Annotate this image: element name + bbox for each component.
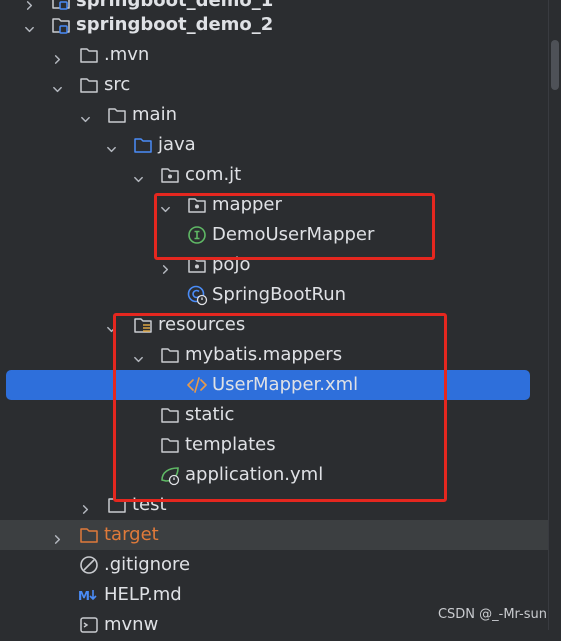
- tree-item-label: main: [132, 104, 177, 125]
- tree-row[interactable]: main: [0, 100, 549, 130]
- excluded-folder-icon: [78, 524, 100, 546]
- source-folder-icon: [132, 134, 154, 156]
- svg-text:M: M: [78, 589, 90, 603]
- chevron-right-icon[interactable]: [52, 49, 63, 64]
- highlight-box-resources: [113, 313, 447, 502]
- tree-item-label: SpringBootRun: [212, 284, 347, 305]
- tree-item-label: .gitignore: [104, 554, 191, 575]
- tree-item-label: java: [158, 134, 196, 155]
- tree-item-label: springboot_demo_2: [76, 14, 274, 35]
- watermark: CSDN @_-Mr-sun: [437, 607, 547, 622]
- tree-row[interactable]: java: [0, 130, 549, 160]
- tree-item-label: .mvn: [104, 44, 150, 65]
- tree-item-label: com.jt: [185, 164, 242, 185]
- tree-item-label: src: [104, 74, 131, 95]
- tree-item-label: target: [104, 524, 159, 545]
- chevron-down-icon[interactable]: [80, 109, 91, 123]
- vertical-scrollbar[interactable]: [548, 0, 561, 630]
- module-folder-icon: [50, 14, 72, 36]
- tree-row[interactable]: .gitignore: [0, 550, 549, 580]
- spring-class-icon: [186, 284, 208, 306]
- tree-row[interactable]: com.jt: [0, 160, 549, 190]
- chevron-right-icon[interactable]: [24, 0, 35, 10]
- tree-item-label: mvnw: [104, 614, 159, 635]
- folder-icon: [78, 44, 100, 66]
- folder-icon: [78, 74, 100, 96]
- tree-row[interactable]: M HELP.md: [0, 580, 549, 610]
- scrollbar-thumb[interactable]: [551, 40, 559, 90]
- tree-row[interactable]: SpringBootRun: [0, 280, 549, 310]
- tree-row[interactable]: src: [0, 70, 549, 100]
- chevron-down-icon[interactable]: [106, 139, 117, 153]
- tree-row[interactable]: target: [0, 520, 549, 550]
- tree-item-label: HELP.md: [104, 584, 182, 605]
- chevron-right-icon[interactable]: [52, 529, 63, 544]
- markdown-icon: M: [78, 584, 100, 606]
- folder-icon: [106, 104, 128, 126]
- chevron-right-icon[interactable]: [160, 259, 171, 274]
- chevron-right-icon[interactable]: [80, 499, 91, 514]
- chevron-down-icon[interactable]: [24, 19, 35, 33]
- tree-row[interactable]: springboot_demo_2: [0, 10, 549, 40]
- package-icon: [159, 164, 181, 186]
- terminal-file-icon: [78, 614, 100, 636]
- chevron-down-icon[interactable]: [133, 169, 144, 183]
- chevron-down-icon[interactable]: [52, 79, 63, 93]
- highlight-box-mapper: [154, 193, 435, 260]
- tree-row[interactable]: .mvn: [0, 40, 549, 70]
- gitignore-icon: [78, 554, 100, 576]
